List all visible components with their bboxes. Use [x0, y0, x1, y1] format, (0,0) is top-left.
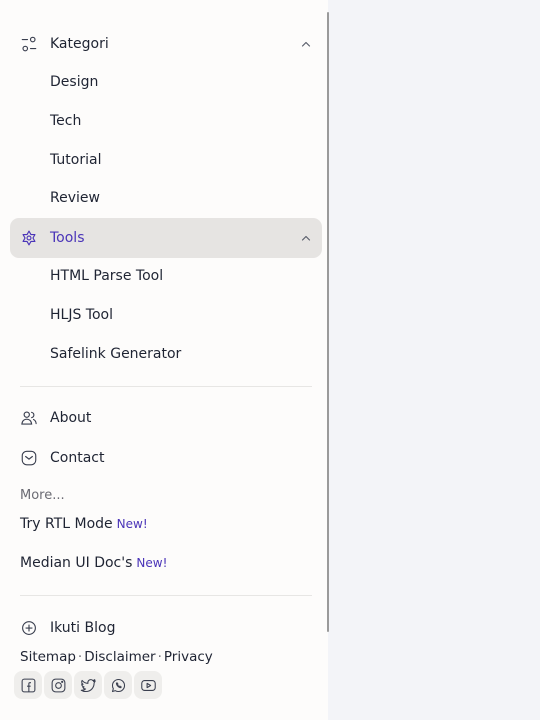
nav-about[interactable]: About	[10, 398, 322, 438]
separator: ·	[77, 649, 83, 665]
privacy-link[interactable]: Privacy	[164, 649, 213, 665]
drawer-scrollbar[interactable]	[327, 12, 329, 632]
nav-drawer: Kategori Design Tech Tutorial Review Too…	[0, 0, 328, 720]
message-icon	[21, 450, 37, 466]
nav-kategori-label: Kategori	[50, 36, 109, 52]
new-badge: New!	[136, 556, 168, 570]
extra-clip: Ikuti Blog	[0, 614, 328, 636]
subnav-item-hljs-tool[interactable]: HLJS Tool	[50, 307, 113, 323]
chevron-up-icon[interactable]	[300, 232, 312, 244]
more-heading: More...	[20, 488, 65, 503]
disclaimer-link[interactable]: Disclaimer	[84, 649, 155, 665]
nav-about-label: About	[50, 410, 92, 426]
facebook-link[interactable]	[14, 671, 42, 699]
new-badge: New!	[116, 517, 148, 531]
footer-links: Sitemap · Disclaimer · Privacy	[20, 649, 213, 665]
subnav-item-review[interactable]: Review	[50, 190, 100, 206]
subnav-item-design[interactable]: Design	[50, 74, 98, 90]
users-icon	[21, 411, 37, 425]
nav-contact[interactable]: Contact	[10, 438, 322, 478]
youtube-link[interactable]	[134, 671, 162, 699]
nav-tools-label: Tools	[50, 230, 85, 246]
twitter-link[interactable]	[74, 671, 102, 699]
nav-kategori[interactable]: Kategori	[10, 24, 322, 64]
divider	[20, 595, 312, 596]
subnav-item-safelink-generator[interactable]: Safelink Generator	[50, 346, 181, 362]
whatsapp-link[interactable]	[104, 671, 132, 699]
chevron-up-icon[interactable]	[300, 38, 312, 50]
rtl-mode-label: Try RTL Mode	[20, 516, 113, 532]
divider	[20, 386, 312, 387]
nav-contact-label: Contact	[50, 450, 105, 466]
nav-ikuti-blog-label: Ikuti Blog	[50, 620, 116, 636]
tools-icon	[22, 230, 36, 246]
nav-tools[interactable]: Tools	[10, 218, 322, 258]
whatsapp-icon	[111, 678, 125, 692]
sitemap-link[interactable]: Sitemap	[20, 649, 76, 665]
subnav-item-tech[interactable]: Tech	[50, 113, 81, 129]
instagram-link[interactable]	[44, 671, 72, 699]
subnav-item-html-parse-tool[interactable]: HTML Parse Tool	[50, 268, 163, 284]
filter-icon	[21, 36, 37, 52]
separator: ·	[157, 649, 162, 665]
docs-label: Median UI Doc's	[20, 555, 133, 571]
instagram-icon	[51, 678, 65, 692]
youtube-icon	[140, 679, 156, 691]
social-links	[14, 671, 162, 699]
rtl-mode-link[interactable]: Try RTL Mode New!	[20, 516, 148, 532]
subnav-item-tutorial[interactable]: Tutorial	[50, 152, 101, 168]
docs-link[interactable]: Median UI Doc's New!	[20, 555, 167, 571]
plus-circle-icon	[22, 621, 36, 635]
nav-ikuti-blog[interactable]: Ikuti Blog	[10, 614, 322, 636]
facebook-icon	[21, 678, 35, 692]
twitter-icon	[80, 678, 96, 692]
